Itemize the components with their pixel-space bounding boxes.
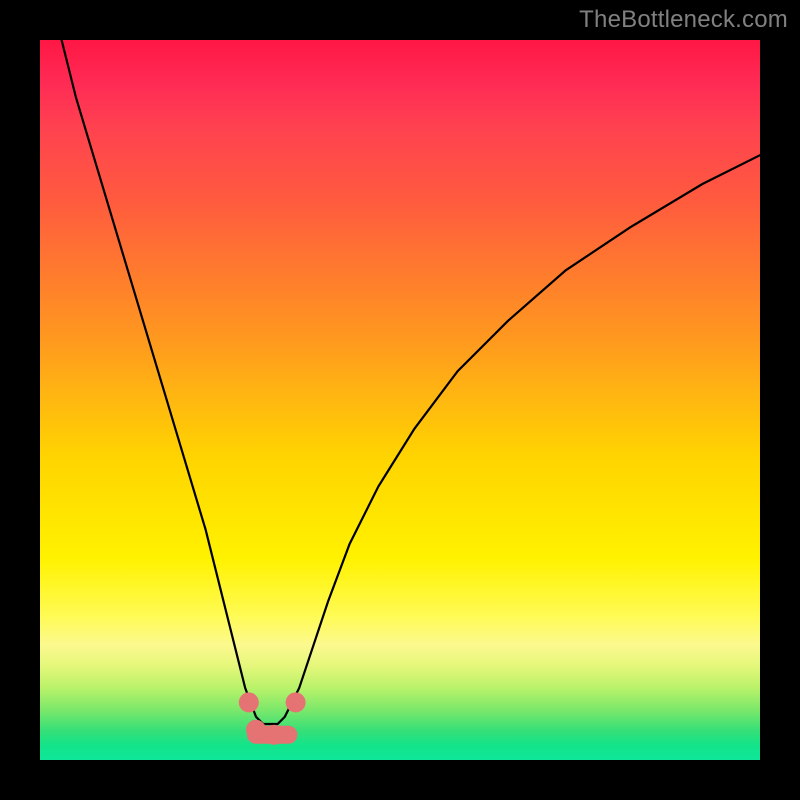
dot-mid [264, 725, 284, 745]
bottleneck-curve [62, 40, 760, 724]
dot-left-upper [239, 692, 259, 712]
bottleneck-chart [40, 40, 760, 760]
watermark-text: TheBottleneck.com [579, 6, 788, 34]
dot-right [286, 692, 306, 712]
chart-frame [40, 40, 760, 760]
dot-left-lower [246, 720, 266, 740]
